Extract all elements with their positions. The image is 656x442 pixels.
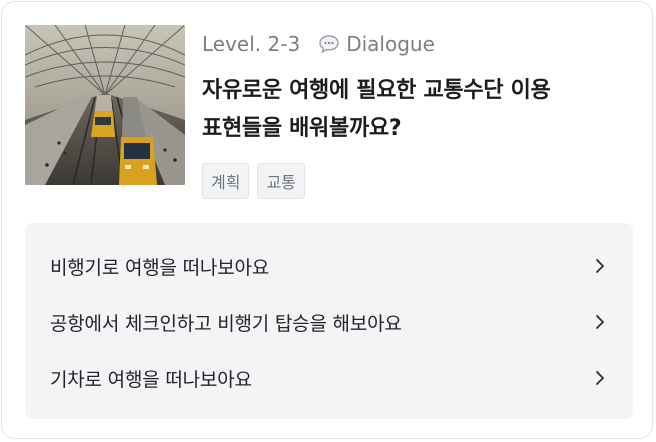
lesson-title: 자유로운 여행에 필요한 교통수단 이용 표현들을 배워볼까요? [202,72,622,148]
tag-plan: 계획 [202,163,250,199]
dialogue-item-label: 비행기로 여행을 떠나보아요 [50,256,270,279]
lesson-title-line2: 표현들을 배워볼까요? [202,116,402,141]
train-station-image [25,25,185,185]
chevron-right-icon [596,315,604,329]
chevron-right-icon [596,371,604,385]
dialogue-item-label: 공항에서 체크인하고 비행기 탑승을 해보아요 [50,312,402,335]
dialogue-item-label: 기차로 여행을 떠나보아요 [50,368,252,391]
lesson-meta: Level. 2-3 Dialogue [202,30,435,58]
speech-bubble-icon [318,33,340,55]
train-station-thumbnail [25,25,185,185]
dialogue-item-train[interactable]: 기차로 여행을 떠나보아요 [25,350,633,406]
lesson-title-line1: 자유로운 여행에 필요한 교통수단 이용 [202,78,551,103]
dialogue-item-airport-checkin[interactable]: 공항에서 체크인하고 비행기 탑승을 해보아요 [25,294,633,350]
lesson-card[interactable]: Level. 2-3 Dialogue 자유로운 여행에 필요한 교통수단 이용… [1,1,653,439]
tag-list: 계획 교통 [202,163,305,199]
level-label: Level. 2-3 [202,32,301,56]
tag-transport: 교통 [257,163,305,199]
dialogue-item-airplane[interactable]: 비행기로 여행을 떠나보아요 [25,238,633,294]
chevron-right-icon [596,259,604,273]
lesson-type-label: Dialogue [346,32,435,56]
dialogue-list: 비행기로 여행을 떠나보아요 공항에서 체크인하고 비행기 탑승을 해보아요 기… [25,223,633,419]
